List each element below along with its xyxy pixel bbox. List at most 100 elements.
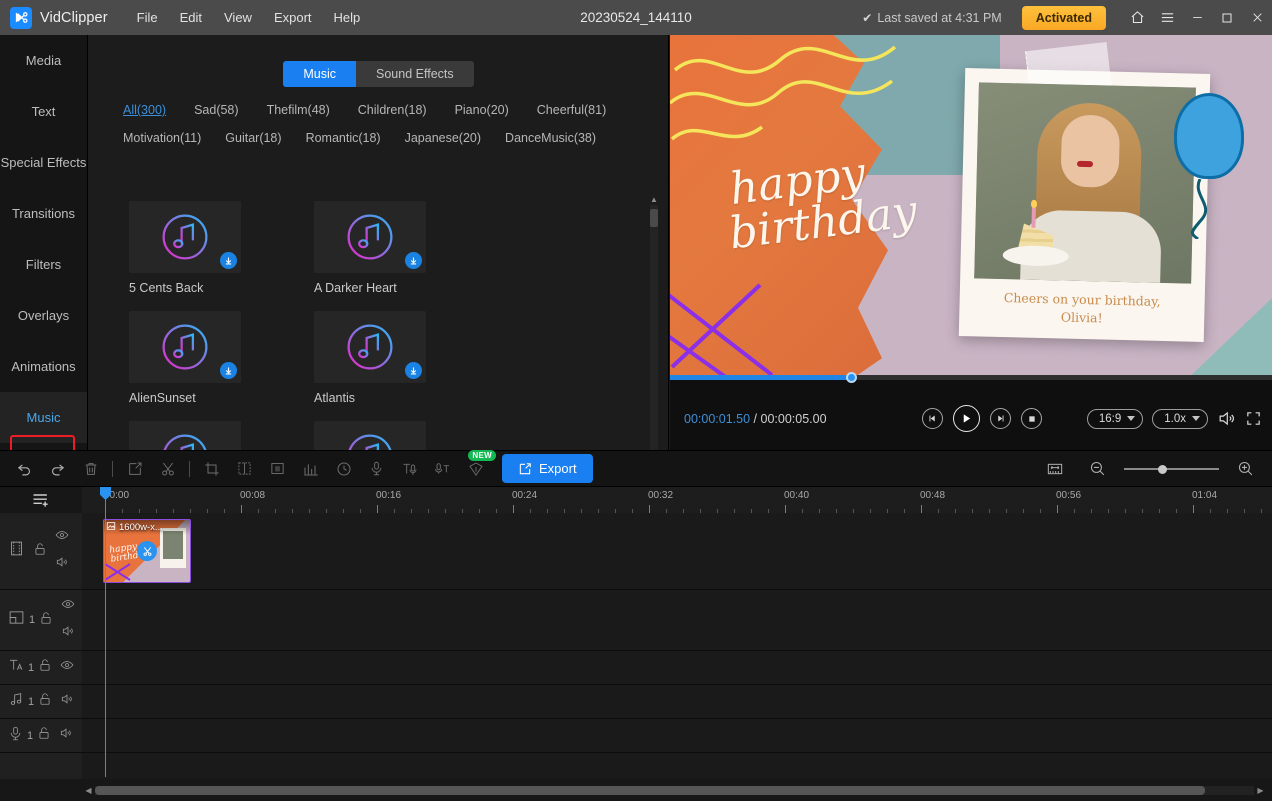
scroll-right-arrow[interactable]: ▶ [1254, 786, 1267, 795]
edit-button[interactable] [118, 452, 151, 485]
music-thumbnail[interactable] [314, 311, 426, 383]
add-track-icon[interactable] [0, 487, 82, 513]
sidebar-item-animations[interactable]: Animations [0, 341, 87, 392]
aspect-ratio-selector[interactable]: 16:9 [1086, 408, 1144, 429]
category-romantic[interactable]: Romantic(18) [306, 131, 381, 145]
music-thumbnail[interactable] [314, 201, 426, 273]
undo-button[interactable] [8, 452, 41, 485]
scrollbar-thumb[interactable] [95, 786, 1205, 795]
voiceover-track-body[interactable] [82, 719, 1272, 752]
zoom-slider[interactable] [1124, 462, 1219, 476]
menu-view[interactable]: View [213, 6, 263, 29]
speaker-icon[interactable] [59, 726, 73, 745]
unlock-icon[interactable] [33, 542, 47, 561]
category-all[interactable]: All(300) [123, 103, 166, 117]
zoom-slider-track[interactable] [1124, 467, 1219, 470]
sidebar-item-special-effects[interactable]: Special Effects [0, 137, 87, 188]
mask-button[interactable] [228, 452, 261, 485]
maximize-icon[interactable] [1212, 0, 1242, 35]
fit-to-timeline-icon[interactable] [1038, 452, 1071, 485]
category-piano[interactable]: Piano(20) [455, 103, 509, 117]
download-icon[interactable] [405, 362, 422, 379]
scroll-up-arrow[interactable]: ▲ [648, 193, 660, 205]
download-icon[interactable] [220, 252, 237, 269]
timeline-scrollbar[interactable]: ◀ ▶ [82, 784, 1267, 797]
tab-music[interactable]: Music [283, 61, 357, 87]
close-icon[interactable] [1242, 0, 1272, 35]
preview-progress-bar[interactable] [670, 372, 1272, 383]
scrollbar-thumb[interactable] [650, 209, 658, 227]
scrollbar-track[interactable] [95, 786, 1254, 795]
category-guitar[interactable]: Guitar(18) [225, 131, 281, 145]
overlay-track-body[interactable] [82, 590, 1272, 650]
ai-effects-button[interactable]: NEW [459, 450, 496, 485]
unlock-icon[interactable] [37, 726, 51, 745]
category-thefilm[interactable]: Thefilm(48) [267, 103, 330, 117]
zoom-out-icon[interactable] [1081, 452, 1114, 485]
previous-frame-button[interactable] [922, 408, 943, 429]
menu-export[interactable]: Export [263, 6, 323, 29]
redo-button[interactable] [41, 452, 74, 485]
music-track-body[interactable] [82, 685, 1272, 718]
category-cheerful[interactable]: Cheerful(81) [537, 103, 606, 117]
eye-icon[interactable] [60, 658, 74, 677]
music-thumbnail[interactable] [129, 311, 241, 383]
playhead[interactable] [100, 487, 111, 777]
video-preview[interactable]: happy birthday Cheers on your birthday, … [670, 35, 1272, 375]
category-sad[interactable]: Sad(58) [194, 103, 238, 117]
category-japanese[interactable]: Japanese(20) [405, 131, 481, 145]
sidebar-item-filters[interactable]: Filters [0, 239, 87, 290]
category-dancemusic[interactable]: DanceMusic(38) [505, 131, 596, 145]
video-track-body[interactable]: happy birthday 1600w-x... [82, 513, 1272, 589]
split-button[interactable] [151, 452, 184, 485]
table-row[interactable]: happy birthday 1600w-x... [103, 519, 191, 583]
speed-button[interactable] [327, 452, 360, 485]
menu-help[interactable]: Help [323, 6, 372, 29]
unlock-icon[interactable] [38, 658, 52, 677]
category-children[interactable]: Children(18) [358, 103, 427, 117]
list-item[interactable]: A Darker Heart [314, 201, 499, 295]
scroll-left-arrow[interactable]: ◀ [82, 786, 95, 795]
panel-scrollbar[interactable]: ▲ ▼ [648, 193, 660, 481]
tab-sound-effects[interactable]: Sound Effects [356, 61, 474, 87]
eye-icon[interactable] [61, 597, 75, 616]
music-thumbnail[interactable] [129, 201, 241, 273]
speech-to-text-button[interactable] [426, 452, 459, 485]
minimize-icon[interactable] [1182, 0, 1212, 35]
delete-button[interactable] [74, 452, 107, 485]
scissors-icon[interactable] [137, 541, 157, 561]
fullscreen-icon[interactable] [1245, 410, 1262, 427]
home-icon[interactable] [1122, 0, 1152, 35]
text-track-body[interactable] [82, 651, 1272, 684]
playback-speed-selector[interactable]: 1.0x [1152, 408, 1208, 429]
sidebar-item-overlays[interactable]: Overlays [0, 290, 87, 341]
unlock-icon[interactable] [39, 611, 53, 630]
category-motivation[interactable]: Motivation(11) [123, 131, 201, 145]
list-item[interactable]: Atlantis [314, 311, 499, 405]
list-item[interactable]: AlienSunset [129, 311, 314, 405]
list-item[interactable]: 5 Cents Back [129, 201, 314, 295]
eye-icon[interactable] [55, 528, 69, 547]
crop-button[interactable] [195, 452, 228, 485]
text-to-speech-button[interactable] [393, 452, 426, 485]
speaker-icon[interactable] [55, 555, 69, 574]
sidebar-item-transitions[interactable]: Transitions [0, 188, 87, 239]
next-frame-button[interactable] [990, 408, 1011, 429]
stop-button[interactable] [1021, 408, 1042, 429]
audio-levels-button[interactable] [294, 452, 327, 485]
export-button[interactable]: Export [502, 454, 593, 483]
play-button[interactable] [953, 405, 980, 432]
empty-track-area[interactable] [0, 753, 1272, 779]
speaker-icon[interactable] [60, 692, 74, 711]
progress-knob[interactable] [845, 372, 857, 383]
zoom-in-icon[interactable] [1229, 452, 1262, 485]
download-icon[interactable] [220, 362, 237, 379]
volume-icon[interactable] [1217, 409, 1236, 428]
picture-in-picture-button[interactable] [261, 452, 294, 485]
menu-file[interactable]: File [126, 6, 169, 29]
hamburger-menu-icon[interactable] [1152, 0, 1182, 35]
speaker-icon[interactable] [61, 624, 75, 643]
sidebar-item-media[interactable]: Media [0, 35, 87, 86]
record-voiceover-button[interactable] [360, 452, 393, 485]
zoom-slider-handle[interactable] [1158, 464, 1168, 474]
